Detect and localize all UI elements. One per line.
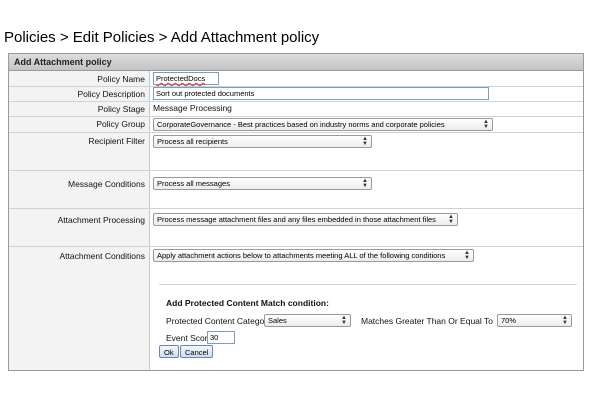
row-policy-name: Policy Name ProtectedDocs — [9, 71, 583, 87]
divider — [159, 284, 577, 285]
matches-label: Matches Greater Than Or Equal To — [361, 316, 493, 326]
message-conditions-select[interactable]: Process all messages ▲ ▼ — [153, 177, 372, 190]
chevron-updown-icon: ▲ ▼ — [483, 119, 489, 130]
matches-select-value: 70% — [501, 316, 517, 325]
recipient-filter-label: Recipient Filter — [88, 136, 145, 146]
matches-select[interactable]: 70% ▲ ▼ — [497, 314, 572, 327]
policy-description-input[interactable]: Sort out protected documents — [153, 87, 489, 100]
policy-name-input[interactable]: ProtectedDocs — [153, 72, 219, 85]
chevron-updown-icon: ▲ ▼ — [362, 136, 368, 147]
chevron-updown-icon: ▲ ▼ — [464, 250, 470, 261]
event-score-input[interactable]: 30 — [207, 331, 235, 344]
message-conditions-select-value: Process all messages — [157, 179, 230, 188]
chevron-updown-icon: ▲ ▼ — [362, 178, 368, 189]
row-policy-stage: Policy Stage Message Processing — [9, 101, 583, 117]
row-policy-description: Policy Description Sort out protected do… — [9, 86, 583, 102]
chevron-updown-icon: ▲ ▼ — [448, 214, 454, 225]
add-attachment-policy-panel: Add Attachment policy Policy Name Protec… — [8, 53, 584, 371]
policy-group-select[interactable]: CorporateGovernance - Best practices bas… — [153, 118, 493, 131]
policy-stage-value: Message Processing — [153, 103, 232, 113]
row-recipient-filter: Recipient Filter Process all recipients … — [9, 132, 583, 171]
breadcrumb: Policies > Edit Policies > Add Attachmen… — [4, 29, 320, 46]
attachment-conditions-label: Attachment Conditions — [59, 251, 145, 261]
policy-stage-label: Policy Stage — [97, 104, 145, 114]
policy-group-select-value: CorporateGovernance - Best practices bas… — [157, 120, 445, 129]
row-attachment-conditions: Attachment Conditions Apply attachment a… — [9, 246, 583, 370]
message-conditions-label: Message Conditions — [67, 179, 145, 189]
panel-title: Add Attachment policy — [9, 54, 583, 71]
ok-button[interactable]: Ok — [159, 345, 179, 358]
policy-description-label: Policy Description — [77, 89, 145, 99]
policy-group-label: Policy Group — [96, 119, 145, 129]
row-attachment-processing: Attachment Processing Process message at… — [9, 208, 583, 247]
attachment-processing-select[interactable]: Process message attachment files and any… — [153, 213, 458, 226]
recipient-filter-select-value: Process all recipients — [157, 137, 228, 146]
attachment-processing-select-value: Process message attachment files and any… — [157, 215, 436, 224]
attachment-processing-label: Attachment Processing — [57, 215, 145, 225]
cancel-button[interactable]: Cancel — [180, 345, 214, 358]
attachment-conditions-select-value: Apply attachment actions below to attach… — [157, 251, 446, 260]
recipient-filter-select[interactable]: Process all recipients ▲ ▼ — [153, 135, 372, 148]
category-label: Protected Content Category — [166, 316, 272, 326]
match-condition-title: Add Protected Content Match condition: — [166, 298, 329, 308]
policy-name-label: Policy Name — [97, 74, 145, 84]
chevron-updown-icon: ▲ ▼ — [562, 315, 568, 326]
chevron-updown-icon: ▲ ▼ — [341, 315, 347, 326]
row-policy-group: Policy Group CorporateGovernance - Best … — [9, 116, 583, 133]
category-select-value: Sales — [268, 316, 287, 325]
row-message-conditions: Message Conditions Process all messages … — [9, 170, 583, 209]
category-select[interactable]: Sales ▲ ▼ — [264, 314, 351, 327]
attachment-conditions-select[interactable]: Apply attachment actions below to attach… — [153, 249, 474, 262]
